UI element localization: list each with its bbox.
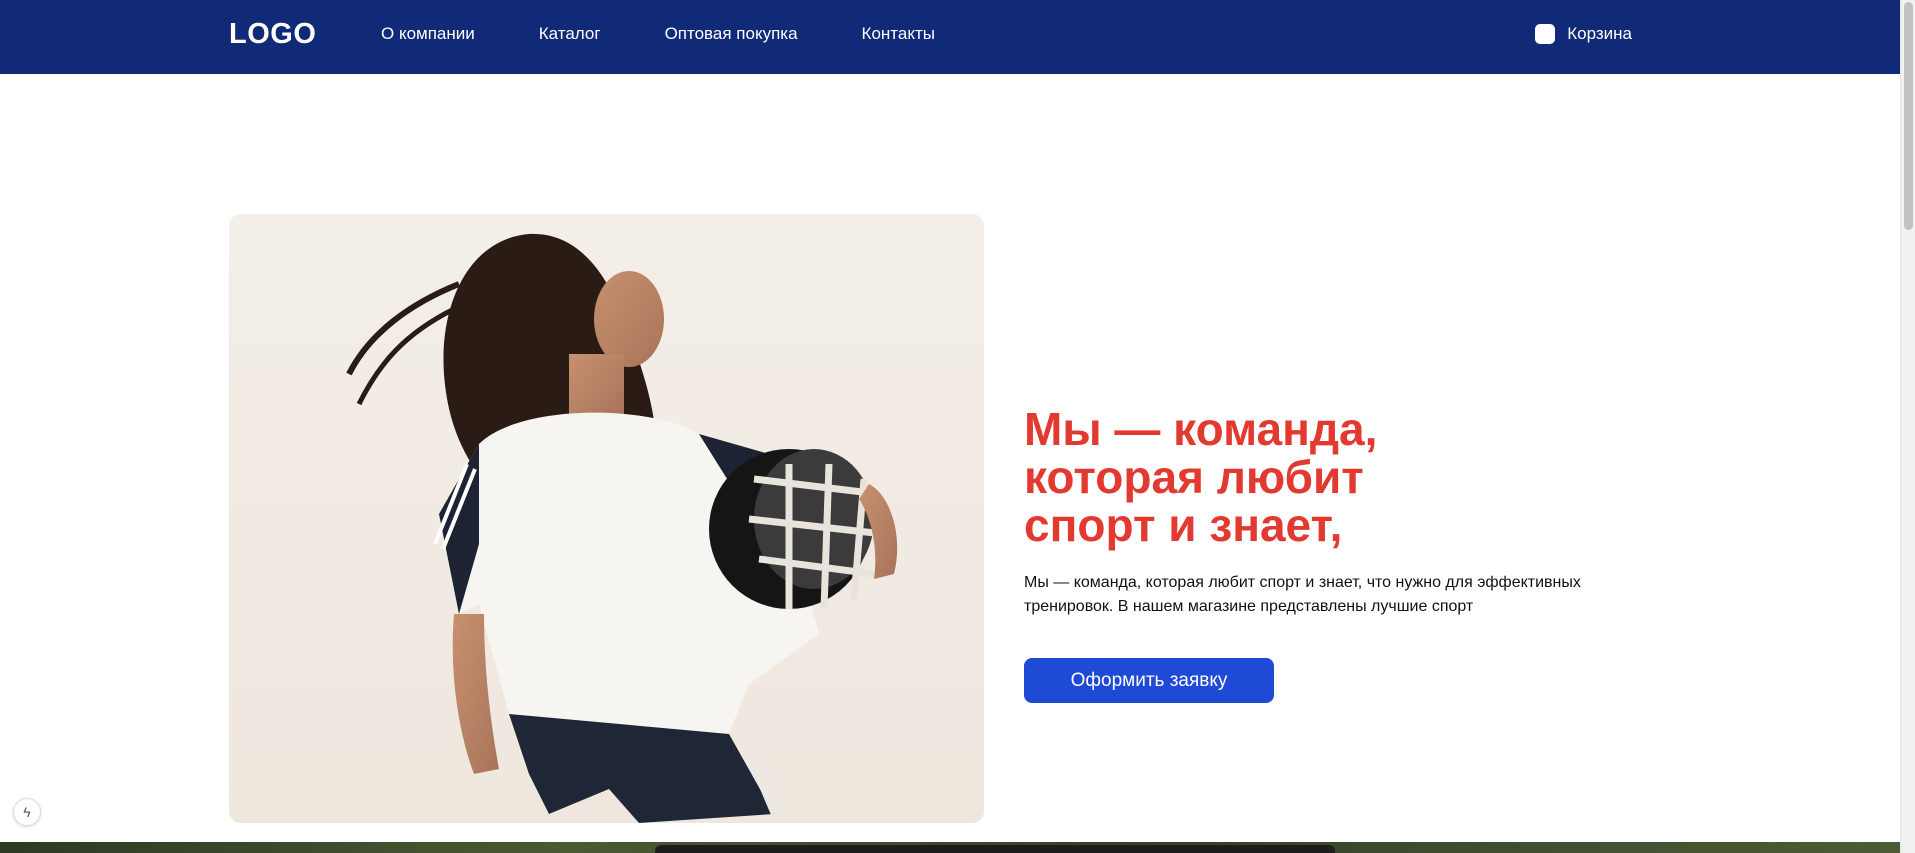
lightning-icon[interactable]: ϟ — [13, 798, 41, 826]
submit-request-button[interactable]: Оформить заявку — [1024, 658, 1274, 703]
hero-title-line: которая любит — [1024, 451, 1364, 503]
nav-link-wholesale[interactable]: Оптовая покупка — [665, 24, 798, 44]
nav-link-about[interactable]: О компании — [381, 24, 475, 44]
site-header: LOGO О компании Каталог Оптовая покупка … — [0, 0, 1900, 74]
cart-button[interactable]: Корзина — [1535, 24, 1632, 44]
cart-icon — [1535, 24, 1556, 44]
nav-link-catalog[interactable]: Каталог — [539, 24, 601, 44]
hero-description-line: тренировок. В нашем магазине представлен… — [1024, 598, 1474, 615]
cart-label: Корзина — [1567, 24, 1632, 43]
logo[interactable]: LOGO — [229, 18, 316, 51]
hero-photo-illustration — [229, 214, 984, 823]
hero-title-line: спорт и знает, — [1024, 499, 1343, 551]
next-section-overlay — [655, 845, 1335, 853]
hero-image — [229, 214, 984, 823]
nav-link-contacts[interactable]: Контакты — [862, 24, 935, 44]
hero-title-line: Мы — команда, — [1024, 403, 1378, 455]
hero-description-line: Мы — команда, которая любит спорт и знае… — [1024, 574, 1581, 591]
hero-description: Мы — команда, которая любит спорт и знае… — [1024, 571, 1604, 619]
scrollbar-thumb[interactable] — [1904, 2, 1913, 230]
main-nav: О компании Каталог Оптовая покупка Конта… — [381, 24, 999, 44]
hero-title: Мы — команда, которая любит спорт и знае… — [1024, 405, 1544, 549]
page-scrollbar[interactable] — [1900, 0, 1915, 853]
